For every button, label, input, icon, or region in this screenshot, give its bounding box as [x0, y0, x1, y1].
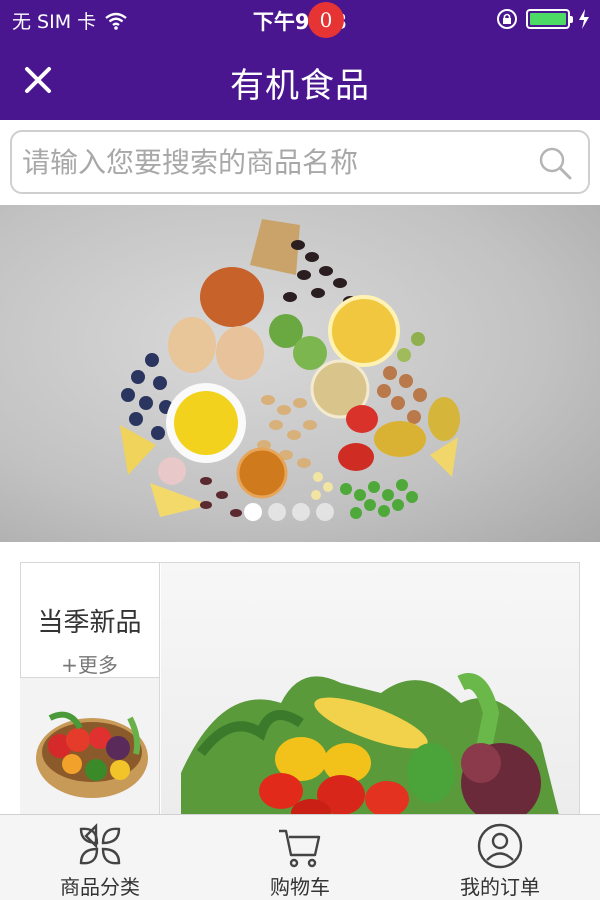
category-icon: [79, 823, 121, 865]
page-title: 有机食品: [230, 66, 370, 106]
featured-product-image[interactable]: [161, 563, 579, 823]
new-products-section: 当季新品 +更多: [0, 542, 600, 828]
product-thumbnail[interactable]: [20, 678, 160, 828]
carousel-dot[interactable]: [316, 503, 334, 521]
status-bar: 无 SIM 卡 下午9:03: [0, 0, 600, 40]
carousel-indicator: [244, 503, 334, 521]
section-header: 当季新品 +更多: [20, 562, 160, 678]
carousel-dot[interactable]: [268, 503, 286, 521]
search-box: [10, 130, 590, 194]
tab-categories-label: 商品分类: [60, 875, 140, 899]
tab-cart-label: 购物车: [270, 875, 330, 899]
battery-indicator: [526, 9, 573, 29]
banner-food-illustration: [120, 219, 460, 519]
tab-bar: 商品分类 购物车 我的订单: [0, 814, 600, 900]
tab-orders-label: 我的订单: [460, 875, 540, 899]
cart-icon: [279, 829, 321, 868]
search-bar: [0, 120, 600, 205]
banner-carousel[interactable]: [0, 205, 600, 542]
nav-bar: 有机食品: [0, 40, 600, 120]
vegetable-basket-image: [36, 711, 148, 798]
user-icon: [477, 823, 523, 869]
cart-count-badge: 0: [308, 2, 344, 38]
tab-categories[interactable]: 商品分类: [0, 815, 200, 900]
carousel-dot[interactable]: [244, 503, 262, 521]
carousel-dot[interactable]: [292, 503, 310, 521]
charging-bolt-icon: [579, 9, 589, 29]
orientation-lock-icon: [497, 9, 517, 29]
search-input[interactable]: [22, 140, 522, 184]
status-right: [496, 8, 590, 30]
more-link[interactable]: +更多: [20, 649, 159, 678]
search-icon[interactable]: [536, 144, 574, 182]
section-title: 当季新品: [37, 608, 142, 638]
vegetables-image: [181, 673, 561, 823]
tab-cart[interactable]: 购物车: [200, 815, 400, 900]
tab-orders[interactable]: 我的订单: [400, 815, 600, 900]
